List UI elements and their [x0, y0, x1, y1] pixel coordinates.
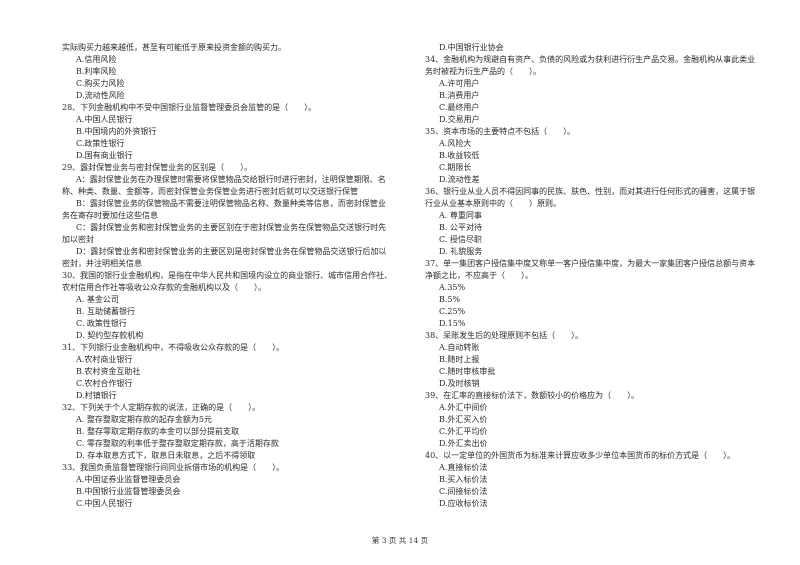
- answer-option-line: B. 整存零取定期存款的本金可以部分提前支取: [76, 427, 239, 436]
- question-text-line: 33、我国负责监督管理银行间同业拆借市场的机构是（ ）。: [62, 463, 285, 472]
- question-text-line: 称、种类、数量、金额等，而密封保管业务保管业务进行密封后就可以交送银行保管: [62, 187, 358, 196]
- answer-option-line: D.流动性风险: [76, 91, 125, 100]
- answer-option-line: A.直接标价法: [439, 463, 488, 472]
- question-text-line: 30、我国的银行业金融机构，是指在中华人民共和国境内设立的商业银行、城市信用合作…: [62, 271, 393, 280]
- question-text-line: 32、下列关于个人定期存款的说法，正确的是（ ）。: [62, 403, 261, 412]
- answer-option-line: D.外汇卖出价: [439, 439, 488, 448]
- answer-option-line: D.交易用户: [439, 115, 480, 124]
- answer-option-line: A.中国人民银行: [76, 115, 133, 124]
- answer-option-line: B.中国境内的外资银行: [76, 127, 157, 136]
- answer-option-line: C. 政策性银行: [76, 319, 127, 328]
- question-text-line: 加以密封: [62, 235, 94, 244]
- question-text-line: 36、银行业从业人员不得因同事的民族、肤色、性别，而对其进行任何形式的骚害，这属…: [425, 187, 756, 196]
- question-text-line: 务在寄存时要加住这些信息: [62, 211, 158, 220]
- answer-option-line: A. 整存整取定期存款的起存金额为5元: [76, 415, 212, 424]
- question-text-line: 密封，并注明相关信息: [62, 259, 142, 268]
- answer-option-line: A：露封保管业务在办理保管时需要将保管物品交给银行时进行密封，注明保管期限、名: [76, 175, 386, 184]
- question-text-line: 实际购买力越来越低，甚至有可能低于原来投资金额的购买力。: [62, 43, 286, 52]
- answer-option-line: C. 零存整取的利率低于整存整取定期存款，高于活期存款: [76, 439, 279, 448]
- answer-option-line: B.收益较低: [439, 151, 480, 160]
- answer-option-line: B.外汇买入价: [439, 415, 488, 424]
- question-text-line: 34、金融机构为规避自有资产、负债的风险或为获利进行衍生产品交易。金融机构从事此…: [425, 55, 756, 64]
- answer-option-line: B.5%: [439, 295, 461, 304]
- answer-option-line: A.外汇中间价: [439, 403, 488, 412]
- answer-option-line: A.农村商业银行: [76, 355, 133, 364]
- question-text-line: 28、下列金融机构中不受中国银行业监督管理委员会监管的是（ ）。: [62, 103, 317, 112]
- answer-option-line: D.村镇银行: [76, 391, 117, 400]
- answer-option-line: A.信用风险: [76, 55, 117, 64]
- answer-option-line: B.利率风险: [76, 67, 117, 76]
- question-text-line: 40、以一定单位的外国货币为标准来计算应收多少单位本国货币的标价方式是（ ）。: [425, 451, 736, 460]
- question-text-line: 务时被视为衍生产品的（ ）。: [425, 67, 541, 76]
- question-text-line: 农村信用合作社等吸收公众存款的金融机构以及（ ）。: [62, 283, 266, 292]
- left-column: 实际购买力越来越低，甚至有可能低于原来投资金额的购买力。 A.信用风险 B.利率风险…: [62, 42, 407, 510]
- answer-option-line: C.政策性银行: [76, 139, 125, 148]
- answer-option-line: D. 契约型存款机构: [76, 331, 144, 340]
- page-footer: 第 3 页 共 14 页: [371, 536, 429, 545]
- question-text-line: 39、在汇率的直接标价法下，数额较小的价格应为（ ）。: [425, 391, 640, 400]
- answer-option-line: C. 授信尽职: [439, 235, 482, 244]
- question-text-line: 29、露封保管业务与密封保管业务的区别是（ ）。: [62, 163, 253, 172]
- answer-option-line: A.35%: [439, 283, 466, 292]
- answer-option-line: D. 礼貌服务: [439, 247, 483, 256]
- answer-option-line: C：露封保管业务和密封保管业务的主要区别在于密封保管业务在保管物品交送银行时先: [76, 223, 387, 232]
- answer-option-line: B.买入标价法: [439, 475, 488, 484]
- answer-option-line: C.外汇平均价: [439, 427, 488, 436]
- answer-option-line: C.中国人民银行: [76, 499, 133, 508]
- answer-option-line: C.期限长: [439, 163, 472, 172]
- answer-option-line: B.中国银行业监督管理委员会: [76, 487, 181, 496]
- answer-option-line: B. 公平对待: [439, 223, 482, 232]
- answer-option-line: A.风险大: [439, 139, 472, 148]
- answer-option-line: C.间接标价法: [439, 487, 488, 496]
- answer-option-line: B. 互助储蓄银行: [76, 307, 135, 316]
- answer-option-line: B.消费用户: [439, 91, 480, 100]
- question-text-line: 38、呆账发生后的处理原则不包括（ ）。: [425, 331, 584, 340]
- answer-option-line: D.15%: [439, 319, 466, 328]
- answer-option-line: B.随时上报: [439, 355, 480, 364]
- right-column: D.中国银行业协会 34、金融机构为规避自有资产、负债的风险或为获利进行衍生产品交…: [425, 42, 770, 510]
- answer-option-line: D.应收标价法: [439, 499, 488, 508]
- answer-option-line: A.中国证券业监督管理委员会: [76, 475, 181, 484]
- answer-option-line: B.农村资金互助社: [76, 367, 141, 376]
- answer-option-line: A. 尊重同事: [439, 211, 482, 220]
- question-text-line: 35、资本市场的主要特点不包括（ ）。: [425, 127, 576, 136]
- answer-option-line: A. 基金公司: [76, 295, 119, 304]
- question-text-line: 行业从业基本原则中的（ ）原则。: [425, 199, 561, 208]
- answer-option-line: D.中国银行业协会: [439, 43, 504, 52]
- answer-option-line: C.最终用户: [439, 103, 480, 112]
- answer-option-line: C.25%: [439, 307, 466, 316]
- answer-option-line: A.许可用户: [439, 79, 480, 88]
- question-text-line: 31、下列银行业金融机构中，不得吸收公众存款的是（ ）。: [62, 343, 285, 352]
- answer-option-line: D.国有商业银行: [76, 151, 133, 160]
- answer-option-line: C.农村合作银行: [76, 379, 133, 388]
- answer-option-line: D.流动性差: [439, 175, 480, 184]
- question-text-line: 37、单一集团客户授信集中度又称单一客户授信集中度，为最大一家集团客户授信总额与…: [425, 259, 756, 268]
- answer-option-line: D：露封保管业务和密封保管业务的主要区别是密封保管业务在保管物品交送银行后加以: [76, 247, 387, 256]
- answer-option-line: A.自动转账: [439, 343, 480, 352]
- answer-option-line: D.及时核销: [439, 379, 480, 388]
- answer-option-line: C.随时审核审批: [439, 367, 496, 376]
- question-text-line: 净额之比，不应高于（ ）。: [425, 271, 533, 280]
- answer-option-line: D. 存本取息方式下，取息日未取息，之后不得领取: [76, 451, 256, 460]
- answer-option-line: C.购买力风险: [76, 79, 125, 88]
- answer-option-line: B：露封保管业务的保管物品不需要注明保管物品名称、数量种类等信息，而密封保管业: [76, 199, 386, 208]
